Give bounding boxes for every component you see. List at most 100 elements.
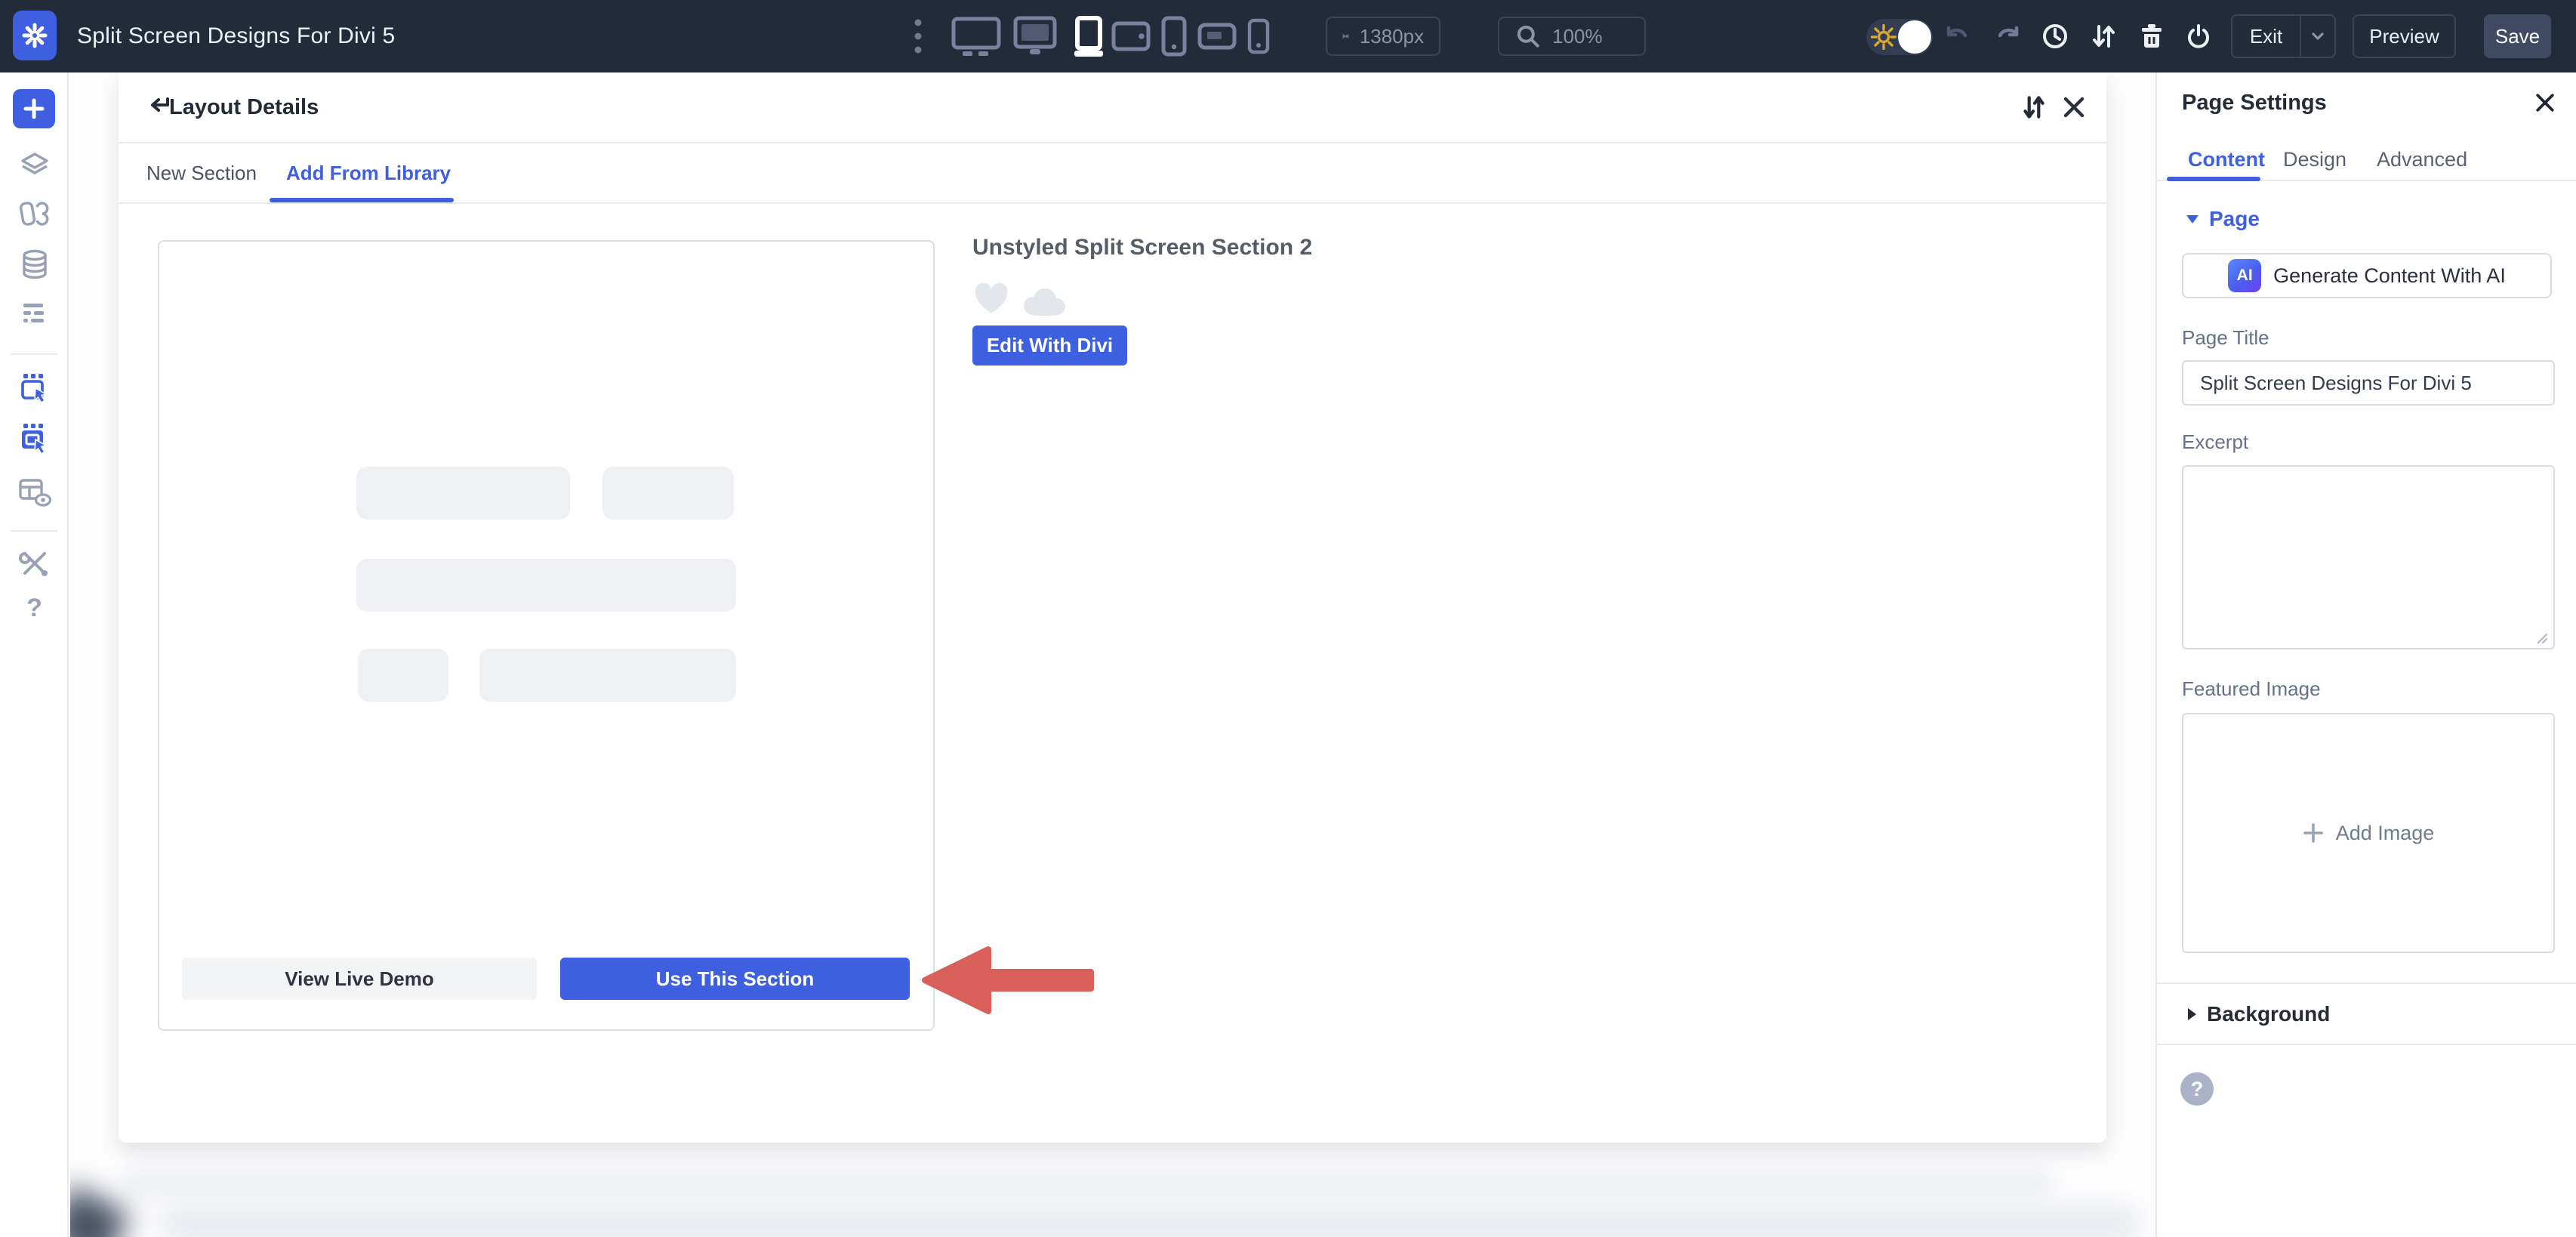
sidebar-divider [11,530,57,532]
generate-content-ai-button[interactable]: AI Generate Content With AI [2182,253,2552,298]
layout-details-modal: Layout Details New Section Add From Libr… [119,72,2106,1143]
canvas-zoom-value: 100% [1552,25,1603,48]
tablet-landscape-view-icon[interactable] [1110,0,1152,72]
insert-row-cursor-icon [17,421,52,458]
exit-label: Exit [2232,25,2300,48]
excerpt-textarea[interactable] [2182,465,2555,649]
view-live-demo-button[interactable]: View Live Demo [182,958,537,1000]
active-tab-underline [270,198,454,202]
phone-view-icon[interactable] [1160,0,1188,72]
skeleton-block [356,467,570,520]
chevron-down-icon [2186,215,2199,224]
table-preview-eye-icon [17,476,53,509]
tab-advanced[interactable]: Advanced [2377,139,2467,180]
page-title-label: Page Title [2182,326,2269,350]
trash-icon[interactable] [2135,0,2168,72]
redo-icon[interactable] [1992,0,2025,72]
panel-divider [2157,1044,2576,1045]
question-mark-icon: ? [2191,1078,2204,1101]
skeleton-block [358,649,448,702]
skeleton-block [479,649,736,702]
save-label: Save [2495,25,2540,48]
skeleton-block [602,467,734,520]
sidebar-item-insert-row[interactable] [0,421,69,458]
phone-small-view-icon[interactable] [1246,0,1271,72]
modal-sort-button[interactable] [2018,72,2050,142]
tab-label: Advanced [2377,148,2467,171]
tools-icon [18,547,51,580]
portability-power-icon[interactable] [2182,0,2215,72]
section-header-page[interactable]: Page [2157,202,2576,236]
toggle-knob [1898,20,1931,54]
history-clock-icon[interactable] [2038,0,2072,72]
panel-divider [2157,983,2576,984]
button-label: Edit With Divi [987,334,1113,357]
button-label: Use This Section [656,967,815,991]
width-arrows-icon [1342,23,1349,50]
sidebar-item-database[interactable] [0,248,69,282]
active-tab-underline [2167,177,2260,181]
tab-content[interactable]: Content [2188,139,2265,180]
page-title: Split Screen Designs For Divi 5 [77,0,395,72]
modal-title: Layout Details [169,72,319,142]
help-button[interactable]: ? [2180,1072,2214,1106]
phone-landscape-view-icon[interactable] [1196,0,1238,72]
add-new-button[interactable] [13,89,55,128]
top-toolbar: Split Screen Designs For Divi 5 [0,0,2576,72]
favorite-heart-icon[interactable] [974,282,1009,316]
cloud-icon [1020,286,1068,316]
desktop-alt-view-icon[interactable] [1012,0,1058,72]
close-icon [2060,94,2088,121]
save-button[interactable]: Save [2484,14,2551,58]
sidebar-item-table-preview[interactable] [0,476,69,509]
wireframe-list-icon [18,299,51,329]
exit-button[interactable]: Exit [2231,14,2336,58]
sidebar-item-presets[interactable] [0,198,69,231]
divi-logo-gear-button[interactable] [13,11,57,60]
sidebar-divider [11,353,57,355]
modal-header: Layout Details [119,72,2106,143]
theme-toggle[interactable] [1866,19,1933,55]
section-label: Background [2207,1002,2330,1026]
sidebar-item-insert-section[interactable] [0,372,69,408]
sidebar-item-help[interactable]: ? [0,594,69,623]
blurred-content-shape [70,1184,131,1237]
annotation-arrow-left [920,942,1095,1018]
sort-arrows-icon[interactable] [2087,0,2120,72]
divi-ai-icon: AI [2228,259,2261,292]
tablet-view-active-icon[interactable] [1072,0,1105,72]
chevron-down-icon[interactable] [2301,32,2334,41]
divi-builder-app: Split Screen Designs For Divi 5 [0,0,2576,1237]
plus-icon [2303,822,2324,844]
tab-add-from-library[interactable]: Add From Library [286,143,451,202]
sun-icon [1871,24,1897,50]
use-this-section-button[interactable]: Use This Section [560,958,910,1000]
section-header-background[interactable]: Background [2157,998,2576,1031]
edit-with-divi-button[interactable]: Edit With Divi [972,325,1127,366]
modal-close-button[interactable] [2060,72,2088,142]
canvas-width-input[interactable]: 1380px [1326,17,1441,56]
tab-design[interactable]: Design [2283,139,2346,180]
sidebar-item-wireframe[interactable] [0,299,69,329]
canvas-zoom-input[interactable]: 100% [1498,17,1646,56]
more-options-kebab-icon[interactable] [909,0,927,72]
panel-tab-bar: Content Design Advanced [2157,139,2576,181]
question-mark-icon: ? [26,594,42,623]
undo-icon[interactable] [1940,0,1974,72]
add-image-label: Add Image [2336,822,2435,845]
sidebar-item-tools[interactable] [0,547,69,580]
add-image-dropzone[interactable]: Add Image [2182,713,2555,953]
page-title-input[interactable] [2182,360,2555,406]
sidebar-item-layers[interactable] [0,148,69,181]
page-settings-panel: Page Settings Content Design Advanced Pa… [2155,72,2576,1237]
canvas-width-value: 1380px [1360,25,1424,48]
excerpt-label: Excerpt [2182,430,2248,454]
modal-tab-bar: New Section Add From Library [119,143,2106,204]
desktop-view-icon[interactable] [950,0,1003,72]
blurred-content-band [121,1169,2054,1196]
panel-close-button[interactable] [2533,91,2557,119]
blurred-content-band [161,1207,2139,1237]
layout-preview-card: View Live Demo Use This Section [158,240,935,1031]
tab-new-section[interactable]: New Section [146,143,257,202]
preview-button[interactable]: Preview [2353,14,2456,58]
